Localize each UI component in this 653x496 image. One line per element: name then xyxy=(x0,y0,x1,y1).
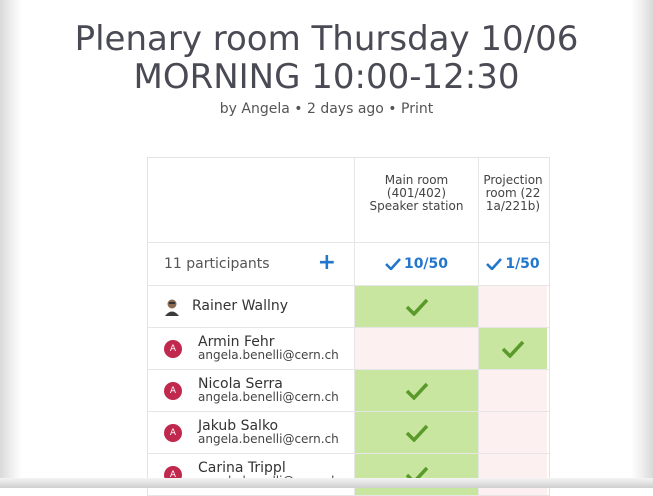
plus-icon[interactable]: + xyxy=(318,250,336,275)
poll-grid: Main room (401/402) Speaker station Proj… xyxy=(147,157,550,496)
participant-cell: A Jakub Salko angela.benelli@cern.ch xyxy=(148,412,355,453)
option-label: Projection room (221a/221b) xyxy=(483,173,543,213)
participant-row: A Carina Trippl angela.benelli@cern.ch xyxy=(148,454,549,496)
vote-cell-yes xyxy=(355,370,479,411)
print-link[interactable]: Print xyxy=(401,101,433,117)
option-tally-projection-room: 1/50 xyxy=(479,243,547,285)
participant-row: A Nicola Serra angela.benelli@cern.ch xyxy=(148,370,549,412)
avatar: A xyxy=(164,382,182,400)
vote-cell-yes xyxy=(355,412,479,453)
poll-author: by Angela xyxy=(219,101,290,117)
vote-cell-yes xyxy=(479,328,547,369)
participant-row: Rainer Wallny xyxy=(148,286,549,328)
vote-cell-no xyxy=(479,370,547,411)
option-tally-main-room: 10/50 xyxy=(355,243,479,285)
poll-title-line1: Plenary room Thursday 10/06 xyxy=(74,19,579,59)
meta-separator: • xyxy=(383,101,402,117)
window-frame-left xyxy=(0,0,22,488)
participant-cell: Rainer Wallny xyxy=(148,286,355,327)
participants-summary: 11 participants + xyxy=(148,243,355,285)
window-frame-bottom xyxy=(0,478,653,488)
poll-title-line2: MORNING 10:00-12:30 xyxy=(133,57,520,97)
vote-cell-no xyxy=(479,286,547,327)
vote-cell-yes xyxy=(355,286,479,327)
participant-email: angela.benelli@cern.ch xyxy=(198,348,339,362)
vote-cell-no xyxy=(479,454,547,495)
option-header-main-room: Main room (401/402) Speaker station xyxy=(355,158,479,242)
poll-meta: by Angela • 2 days ago • Print xyxy=(22,101,631,117)
tally-count: 1/50 xyxy=(505,256,540,272)
check-icon xyxy=(501,340,525,358)
summary-row: 11 participants + 10/50 1/50 xyxy=(148,243,549,286)
check-icon xyxy=(405,424,428,442)
participant-email: angela.benelli@cern.ch xyxy=(198,432,339,446)
window-frame-right xyxy=(631,0,653,488)
tally-count: 10/50 xyxy=(403,256,449,272)
options-header-row: Main room (401/402) Speaker station Proj… xyxy=(148,158,549,243)
check-icon xyxy=(405,382,428,400)
participant-email: angela.benelli@cern.ch xyxy=(198,390,339,404)
check-icon xyxy=(486,258,503,270)
vote-cell-no xyxy=(479,412,547,453)
avatar: A xyxy=(164,424,182,442)
participant-row: A Armin Fehr angela.benelli@cern.ch xyxy=(148,328,549,370)
participant-cell: A Carina Trippl angela.benelli@cern.ch xyxy=(148,454,355,495)
participant-cell: A Nicola Serra angela.benelli@cern.ch xyxy=(148,370,355,411)
option-header-projection-room: Projection room (221a/221b) xyxy=(479,158,547,242)
option-label: Main room (401/402) Speaker station xyxy=(369,173,464,213)
participant-cell: A Armin Fehr angela.benelli@cern.ch xyxy=(148,328,355,369)
vote-cell-yes xyxy=(355,454,479,495)
avatar xyxy=(165,299,179,316)
poll-age: 2 days ago xyxy=(306,101,384,117)
vote-cell-no xyxy=(355,328,479,369)
avatar: A xyxy=(164,340,182,358)
participants-count: 11 participants xyxy=(164,256,270,272)
meta-separator: • xyxy=(289,101,307,117)
check-icon xyxy=(385,258,401,270)
check-icon xyxy=(405,298,428,316)
participant-name: Rainer Wallny xyxy=(192,298,289,314)
header-empty-cell xyxy=(148,158,355,242)
poll-title: Plenary room Thursday 10/06 MORNING 10:0… xyxy=(22,20,631,96)
participant-row: A Jakub Salko angela.benelli@cern.ch xyxy=(148,412,549,454)
